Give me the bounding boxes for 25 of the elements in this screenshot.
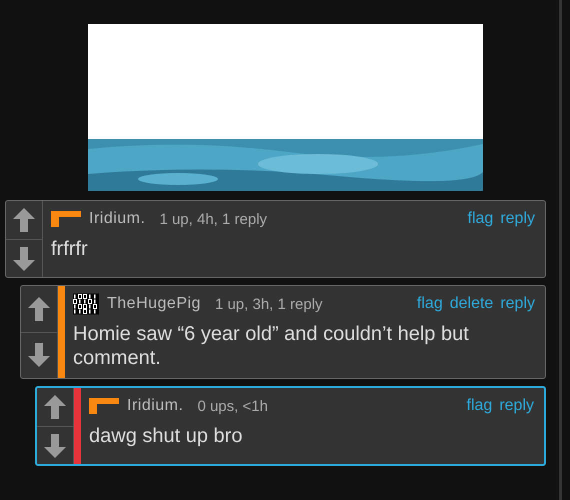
avatar-icon <box>89 398 119 414</box>
action-link[interactable]: reply <box>499 397 534 415</box>
action-link[interactable]: flag <box>468 210 494 228</box>
comment-meta: 0 ups, <1h <box>197 398 268 414</box>
up-arrow-icon <box>44 395 66 419</box>
username[interactable]: Iridium. <box>89 210 146 228</box>
up-arrow-icon <box>13 208 35 232</box>
avatar-icon <box>73 293 99 315</box>
comment-text: dawg shut up bro <box>89 424 244 448</box>
comment-meta: 1 up, 3h, 1 reply <box>214 296 323 312</box>
action-link[interactable]: flag <box>466 397 492 415</box>
down-arrow-icon <box>13 246 35 270</box>
avatar-icon <box>51 211 81 227</box>
down-arrow-icon <box>28 343 50 368</box>
up-arrow-icon <box>28 296 50 321</box>
username[interactable]: Iridium. <box>127 397 184 415</box>
down-arrow-icon <box>44 434 66 458</box>
action-link[interactable]: flag <box>416 295 443 313</box>
action-link[interactable]: delete <box>450 295 494 313</box>
comment-meta: 1 up, 4h, 1 reply <box>159 210 268 228</box>
action-link[interactable]: reply <box>500 295 535 313</box>
comment-text: Homie saw “6 year old” and couldn’t help but comment. <box>73 322 470 370</box>
username[interactable]: TheHugePig <box>107 295 201 313</box>
action-link[interactable]: reply <box>500 210 535 228</box>
comment-text: frfrfr <box>51 237 89 261</box>
